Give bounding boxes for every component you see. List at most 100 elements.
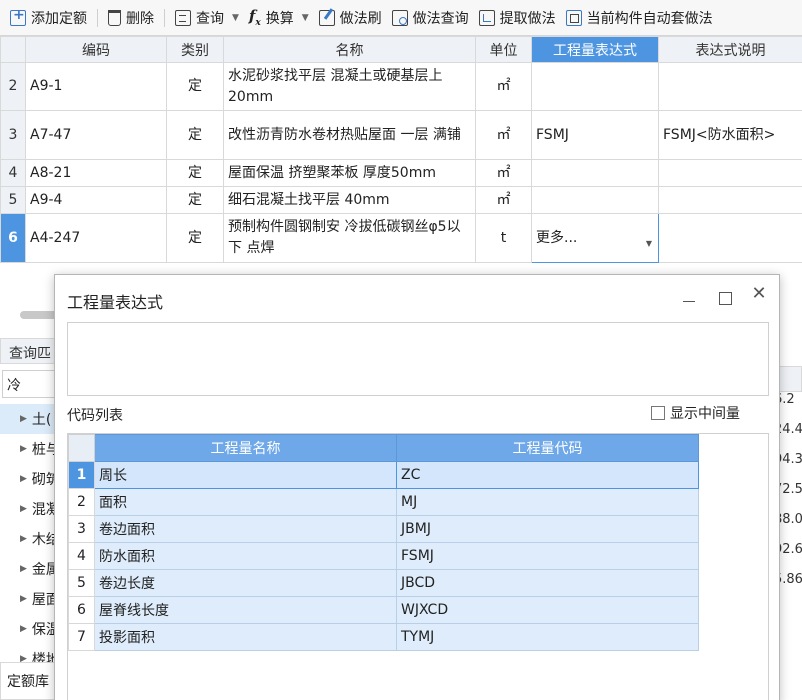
- extract-method-button[interactable]: 提取做法: [469, 0, 556, 35]
- cell-expression[interactable]: [531, 186, 659, 214]
- cell-quantity-name[interactable]: 防水面积: [94, 542, 397, 570]
- cell-quantity-code[interactable]: MJ: [396, 488, 699, 516]
- cell-quantity-name[interactable]: 卷边面积: [94, 515, 397, 543]
- cell-expression[interactable]: [531, 159, 659, 187]
- cell-code[interactable]: A7-47: [25, 110, 167, 160]
- column-header-unit[interactable]: 单位: [475, 36, 532, 63]
- code-list-row[interactable]: 4 防水面积 FSMJ: [68, 542, 699, 570]
- cell-expression[interactable]: FSMJ: [531, 110, 659, 160]
- expression-editor[interactable]: [67, 322, 769, 396]
- cell-unit[interactable]: t: [475, 213, 532, 263]
- cell-unit[interactable]: ㎡: [475, 186, 532, 214]
- cell-quantity-code[interactable]: WJXCD: [396, 596, 699, 624]
- tree-item[interactable]: ▶ 砌筑: [0, 464, 60, 494]
- cell-name[interactable]: 水泥砂浆找平层 混凝土或硬基层上 20mm: [223, 62, 476, 111]
- cell-quantity-code[interactable]: FSMJ: [396, 542, 699, 570]
- auto-apply-button[interactable]: 当前构件自动套做法: [556, 0, 713, 35]
- convert-button[interactable]: fx 换算 ▼: [239, 0, 309, 35]
- tree-item[interactable]: ▶ 金属: [0, 554, 60, 584]
- cell-expression[interactable]: [531, 62, 659, 111]
- tree-item[interactable]: ▶ 桩与: [0, 434, 60, 464]
- cell-code[interactable]: A9-1: [25, 62, 167, 111]
- cell-name[interactable]: 改性沥青防水卷材热贴屋面 一层 满铺: [223, 110, 476, 160]
- cell-quantity-name[interactable]: 投影面积: [94, 623, 397, 651]
- row-number[interactable]: 5: [0, 186, 26, 214]
- column-header-quantity-name[interactable]: 工程量名称: [94, 434, 397, 462]
- cell-type[interactable]: 定: [166, 213, 224, 263]
- triangle-right-icon[interactable]: ▶: [20, 474, 27, 484]
- tree-item[interactable]: ▶ 保温: [0, 614, 60, 644]
- triangle-right-icon[interactable]: ▶: [20, 534, 27, 544]
- cell-type[interactable]: 定: [166, 186, 224, 214]
- cell-quantity-name[interactable]: 屋脊线长度: [94, 596, 397, 624]
- cell-expression-desc[interactable]: FSMJ<防水面积>: [658, 110, 802, 160]
- code-list-row-selected[interactable]: 1 周长 ZC: [68, 461, 699, 489]
- add-quota-button[interactable]: 添加定额: [0, 0, 87, 35]
- cell-code[interactable]: A8-21: [25, 159, 167, 187]
- cell-expression-desc[interactable]: [658, 186, 802, 214]
- cell-name[interactable]: 细石混凝土找平层 40mm: [223, 186, 476, 214]
- table-row[interactable]: 4 A8-21 定 屋面保温 挤塑聚苯板 厚度50mm ㎡: [0, 159, 802, 187]
- query-button[interactable]: 查询 ▼: [165, 0, 239, 35]
- table-row[interactable]: 2 A9-1 定 水泥砂浆找平层 混凝土或硬基层上 20mm ㎡: [0, 62, 802, 111]
- table-row[interactable]: 5 A9-4 定 细石混凝土找平层 40mm ㎡: [0, 186, 802, 214]
- cell-expression-desc[interactable]: [658, 62, 802, 111]
- triangle-right-icon[interactable]: ▶: [20, 594, 27, 604]
- row-number[interactable]: 7: [68, 623, 95, 651]
- code-list-row[interactable]: 6 屋脊线长度 WJXCD: [68, 596, 699, 624]
- code-list-row[interactable]: 7 投影面积 TYMJ: [68, 623, 699, 651]
- code-list-row[interactable]: 5 卷边长度 JBCD: [68, 569, 699, 597]
- show-intermediate-checkbox[interactable]: 显示中间量: [651, 403, 740, 423]
- row-number[interactable]: 1: [68, 461, 95, 489]
- row-number[interactable]: 3: [0, 110, 26, 160]
- code-list-row[interactable]: 3 卷边面积 JBMJ: [68, 515, 699, 543]
- row-number[interactable]: 5: [68, 569, 95, 597]
- cell-quantity-code[interactable]: TYMJ: [396, 623, 699, 651]
- tree-item[interactable]: ▶ 土(: [0, 404, 60, 434]
- cell-type[interactable]: 定: [166, 110, 224, 160]
- method-query-button[interactable]: 做法查询: [382, 0, 469, 35]
- row-number[interactable]: 3: [68, 515, 95, 543]
- expression-dropdown[interactable]: 更多... ▼: [531, 213, 659, 263]
- row-number[interactable]: 2: [0, 62, 26, 111]
- close-icon[interactable]: ✕: [749, 283, 769, 304]
- cell-name[interactable]: 屋面保温 挤塑聚苯板 厚度50mm: [223, 159, 476, 187]
- cell-quantity-name[interactable]: 面积: [94, 488, 397, 516]
- delete-button[interactable]: 删除: [98, 0, 154, 35]
- query-match-tab[interactable]: 查询匹: [0, 338, 60, 364]
- column-header-quantity-code[interactable]: 工程量代码: [396, 434, 699, 462]
- chevron-down-icon[interactable]: ▼: [646, 233, 652, 254]
- cell-expression-desc[interactable]: [658, 213, 802, 263]
- column-header-expression-desc[interactable]: 表达式说明: [658, 36, 802, 63]
- cell-expression-desc[interactable]: [658, 159, 802, 187]
- triangle-right-icon[interactable]: ▶: [20, 624, 27, 634]
- row-number[interactable]: 6: [0, 213, 26, 263]
- cell-code[interactable]: A9-4: [25, 186, 167, 214]
- triangle-right-icon[interactable]: ▶: [20, 444, 27, 454]
- checkbox-box[interactable]: [651, 406, 665, 420]
- cell-quantity-code[interactable]: ZC: [396, 461, 699, 489]
- cell-unit[interactable]: ㎡: [475, 110, 532, 160]
- quota-library-tab[interactable]: 定额库: [0, 662, 60, 700]
- triangle-right-icon[interactable]: ▶: [20, 504, 27, 514]
- cell-quantity-code[interactable]: JBCD: [396, 569, 699, 597]
- column-header-expression[interactable]: 工程量表达式: [531, 36, 659, 63]
- cell-type[interactable]: 定: [166, 159, 224, 187]
- cell-quantity-name[interactable]: 周长: [94, 461, 397, 489]
- row-number[interactable]: 4: [0, 159, 26, 187]
- cell-unit[interactable]: ㎡: [475, 159, 532, 187]
- cell-unit[interactable]: ㎡: [475, 62, 532, 111]
- tree-item[interactable]: ▶ 木结: [0, 524, 60, 554]
- row-number[interactable]: 4: [68, 542, 95, 570]
- method-brush-button[interactable]: 做法刷: [309, 0, 382, 35]
- row-number[interactable]: 6: [68, 596, 95, 624]
- column-header-name[interactable]: 名称: [223, 36, 476, 63]
- triangle-right-icon[interactable]: ▶: [20, 414, 27, 424]
- tree-item[interactable]: ▶ 混凝: [0, 494, 60, 524]
- column-header-code[interactable]: 编码: [25, 36, 167, 63]
- column-header-type[interactable]: 类别: [166, 36, 224, 63]
- table-row[interactable]: 3 A7-47 定 改性沥青防水卷材热贴屋面 一层 满铺 ㎡ FSMJ FSMJ…: [0, 110, 802, 160]
- table-row-selected[interactable]: 6 A4-247 定 预制构件圆钢制安 冷拔低碳钢丝φ5以下 点焊 t 更多..…: [0, 213, 802, 263]
- cell-name[interactable]: 预制构件圆钢制安 冷拔低碳钢丝φ5以下 点焊: [223, 213, 476, 263]
- cell-quantity-code[interactable]: JBMJ: [396, 515, 699, 543]
